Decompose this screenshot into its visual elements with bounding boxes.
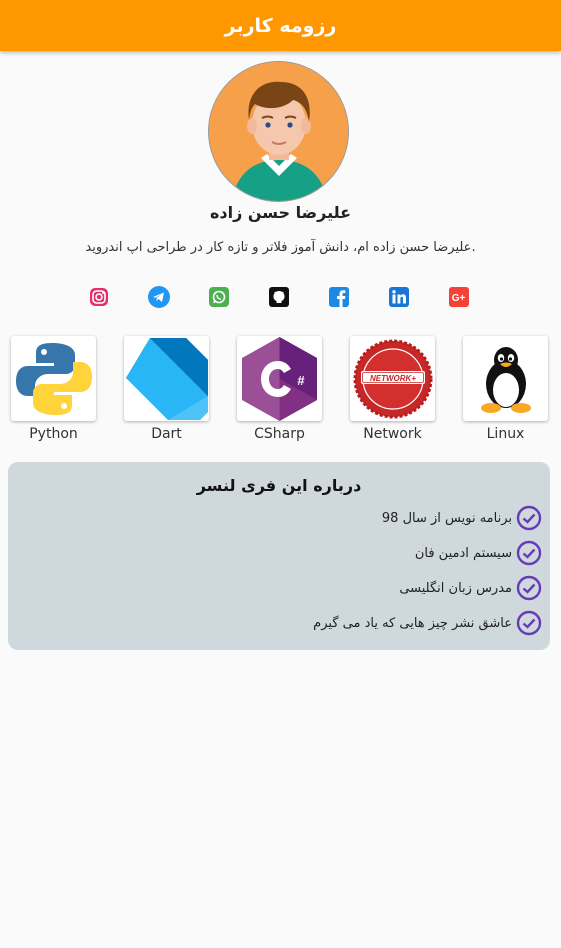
whatsapp-icon[interactable] <box>208 286 230 308</box>
skill-card-linux[interactable] <box>463 336 548 421</box>
svg-text:NETWORK+: NETWORK+ <box>370 374 416 383</box>
svg-text:#: # <box>297 373 305 388</box>
linux-tux-logo <box>480 346 531 413</box>
telegram-icon[interactable] <box>148 286 170 308</box>
about-item-text: عاشق نشر چیز هایی که یاد می گیرم <box>313 615 512 631</box>
svg-text:G+: G+ <box>452 293 466 304</box>
check-circle-icon <box>516 540 542 566</box>
about-panel: درباره این فری لنسر برنامه نویس از سال 9… <box>8 462 550 650</box>
app-bar-title: رزومه کاربر <box>224 14 337 37</box>
about-item: مدرس زبان انگلیسی <box>399 575 542 601</box>
skill-card-network[interactable]: NETWORK+ <box>350 336 435 421</box>
check-circle-icon <box>516 575 542 601</box>
github-icon[interactable] <box>268 286 290 308</box>
linkedin-icon[interactable] <box>388 286 410 308</box>
skill-label-python: Python <box>29 426 78 442</box>
check-circle-icon <box>516 610 542 636</box>
comptia-network-logo: NETWORK+ <box>353 339 432 418</box>
python-logo <box>15 342 92 415</box>
about-item-text: مدرس زبان انگلیسی <box>399 580 512 596</box>
about-item: برنامه نویس از سال 98 <box>382 505 542 531</box>
app-bar: رزومه کاربر <box>0 0 561 51</box>
profile-bio: .علیرضا حسن زاده ام، دانش آموز فلاتر و ت… <box>85 240 476 255</box>
skill-label-linux: Linux <box>486 426 525 442</box>
skill-label-network: Network <box>363 426 422 442</box>
avatar <box>208 61 349 202</box>
about-title: درباره این فری لنسر <box>196 476 362 495</box>
about-item-text: سیستم ادمین فان <box>414 545 512 561</box>
skill-card-csharp[interactable]: # <box>237 336 322 421</box>
dart-logo <box>126 338 208 420</box>
skill-label-csharp: CSharp <box>254 426 305 442</box>
google-plus-icon[interactable]: G+ <box>448 286 470 308</box>
instagram-icon[interactable] <box>88 286 110 308</box>
skill-label-dart: Dart <box>151 426 182 442</box>
skill-card-dart[interactable] <box>124 336 209 421</box>
about-item: عاشق نشر چیز هایی که یاد می گیرم <box>313 610 542 636</box>
facebook-icon[interactable] <box>328 286 350 308</box>
profile-name: علیرضا حسن زاده <box>209 203 352 222</box>
csharp-logo: # <box>242 337 317 421</box>
about-item: سیستم ادمین فان <box>415 540 542 566</box>
about-item-text: برنامه نویس از سال 98 <box>381 510 512 526</box>
check-circle-icon <box>516 505 542 531</box>
skill-card-python[interactable] <box>11 336 96 421</box>
